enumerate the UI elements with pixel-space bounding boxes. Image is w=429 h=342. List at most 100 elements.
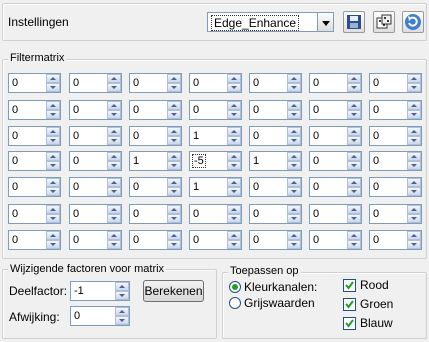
spin-down-button[interactable] [107, 110, 121, 119]
matrix-cell-spinbox[interactable]: 0 [369, 100, 422, 120]
spin-up-button[interactable] [227, 152, 241, 161]
spin-up-button[interactable] [407, 127, 421, 136]
matrix-cell-spinbox[interactable]: -5 [189, 151, 242, 171]
reset-button[interactable] [402, 11, 424, 33]
matrix-cell-spinbox[interactable]: 0 [189, 100, 242, 120]
spin-down-button[interactable] [107, 161, 121, 170]
spin-down-button[interactable] [167, 136, 181, 145]
spin-down-button[interactable] [227, 187, 241, 196]
green-checkbox[interactable] [343, 298, 356, 311]
spin-up-button[interactable] [287, 74, 301, 83]
spin-up-button[interactable] [287, 205, 301, 214]
spin-down-button[interactable] [347, 110, 361, 119]
spin-up-button[interactable] [46, 101, 60, 110]
spin-up-button[interactable] [407, 231, 421, 240]
spin-up-button[interactable] [167, 178, 181, 187]
matrix-cell-spinbox[interactable]: 0 [249, 230, 302, 250]
matrix-cell-spinbox[interactable]: 0 [129, 100, 182, 120]
blue-label[interactable]: Blauw [360, 316, 393, 330]
spin-down-button[interactable] [287, 161, 301, 170]
spin-down-button[interactable] [167, 214, 181, 223]
spin-up-button[interactable] [46, 205, 60, 214]
spin-down-button[interactable] [347, 214, 361, 223]
matrix-cell-spinbox[interactable]: 0 [249, 100, 302, 120]
spin-down-button[interactable] [107, 214, 121, 223]
matrix-cell-spinbox[interactable]: 0 [69, 100, 122, 120]
spin-up-button[interactable] [227, 101, 241, 110]
spin-up-button[interactable] [287, 127, 301, 136]
color-channels-radio[interactable] [229, 281, 241, 293]
matrix-cell-spinbox[interactable]: 1 [249, 151, 302, 171]
matrix-cell-spinbox[interactable]: 0 [129, 73, 182, 93]
matrix-cell-spinbox[interactable]: 0 [309, 151, 362, 171]
matrix-cell-spinbox[interactable]: 0 [69, 204, 122, 224]
matrix-cell-spinbox[interactable]: 0 [129, 126, 182, 146]
color-channels-label[interactable]: Kleurkanalen: [244, 280, 317, 294]
matrix-cell-spinbox[interactable]: 0 [369, 151, 422, 171]
spin-down-button[interactable] [227, 110, 241, 119]
spin-down-button[interactable] [287, 240, 301, 249]
spin-up-button[interactable] [407, 74, 421, 83]
spin-up-button[interactable] [347, 205, 361, 214]
divisor-spinbox[interactable]: -1 [70, 281, 130, 301]
spin-down-button[interactable] [167, 161, 181, 170]
matrix-cell-spinbox[interactable]: 0 [8, 151, 61, 171]
spin-down-button[interactable] [46, 136, 60, 145]
spin-down-button[interactable] [227, 83, 241, 92]
spin-up-button[interactable] [167, 74, 181, 83]
spin-down-button[interactable] [167, 110, 181, 119]
matrix-cell-spinbox[interactable]: 0 [69, 126, 122, 146]
matrix-cell-spinbox[interactable]: 0 [189, 204, 242, 224]
matrix-cell-spinbox[interactable]: 0 [8, 73, 61, 93]
spin-down-button[interactable] [107, 240, 121, 249]
spin-down-button[interactable] [227, 136, 241, 145]
matrix-cell-spinbox[interactable]: 0 [129, 177, 182, 197]
spin-down-button[interactable] [347, 187, 361, 196]
spin-down-button[interactable] [347, 161, 361, 170]
spin-up-button[interactable] [167, 127, 181, 136]
matrix-cell-spinbox[interactable]: 1 [189, 126, 242, 146]
matrix-cell-spinbox[interactable]: 0 [309, 73, 362, 93]
spin-down-button[interactable] [167, 83, 181, 92]
matrix-cell-spinbox[interactable]: 0 [69, 73, 122, 93]
matrix-cell-spinbox[interactable]: 0 [369, 204, 422, 224]
spin-down-button[interactable] [46, 187, 60, 196]
green-label[interactable]: Groen [360, 297, 393, 311]
matrix-cell-spinbox[interactable]: 0 [69, 151, 122, 171]
spin-up-button[interactable] [107, 231, 121, 240]
matrix-cell-spinbox[interactable]: 0 [369, 177, 422, 197]
spin-up-button[interactable] [407, 205, 421, 214]
matrix-cell-spinbox[interactable]: 0 [369, 73, 422, 93]
matrix-cell-spinbox[interactable]: 0 [8, 230, 61, 250]
spin-down-button[interactable] [227, 214, 241, 223]
spin-down-button[interactable] [407, 136, 421, 145]
spin-down-button[interactable] [347, 83, 361, 92]
spin-up-button[interactable] [167, 231, 181, 240]
spin-up-button[interactable] [107, 152, 121, 161]
spin-up-button[interactable] [115, 282, 129, 291]
spin-up-button[interactable] [107, 178, 121, 187]
matrix-cell-spinbox[interactable]: 0 [309, 230, 362, 250]
matrix-cell-spinbox[interactable]: 0 [249, 73, 302, 93]
matrix-cell-spinbox[interactable]: 0 [309, 177, 362, 197]
spin-up-button[interactable] [287, 152, 301, 161]
matrix-cell-spinbox[interactable]: 0 [8, 204, 61, 224]
spin-up-button[interactable] [167, 101, 181, 110]
matrix-cell-spinbox[interactable]: 0 [309, 100, 362, 120]
red-label[interactable]: Rood [360, 278, 389, 292]
spin-up-button[interactable] [287, 101, 301, 110]
spin-up-button[interactable] [107, 205, 121, 214]
spin-down-button[interactable] [115, 291, 129, 300]
spin-up-button[interactable] [227, 231, 241, 240]
matrix-cell-spinbox[interactable]: 0 [8, 177, 61, 197]
spin-down-button[interactable] [407, 214, 421, 223]
preset-dropdown[interactable]: Edge_Enhance [207, 12, 334, 32]
grayscale-radio[interactable] [229, 297, 241, 309]
spin-up-button[interactable] [46, 74, 60, 83]
spin-up-button[interactable] [347, 231, 361, 240]
spin-down-button[interactable] [46, 83, 60, 92]
matrix-cell-spinbox[interactable]: 0 [8, 100, 61, 120]
spin-down-button[interactable] [347, 136, 361, 145]
matrix-cell-spinbox[interactable]: 0 [249, 126, 302, 146]
spin-down-button[interactable] [107, 136, 121, 145]
